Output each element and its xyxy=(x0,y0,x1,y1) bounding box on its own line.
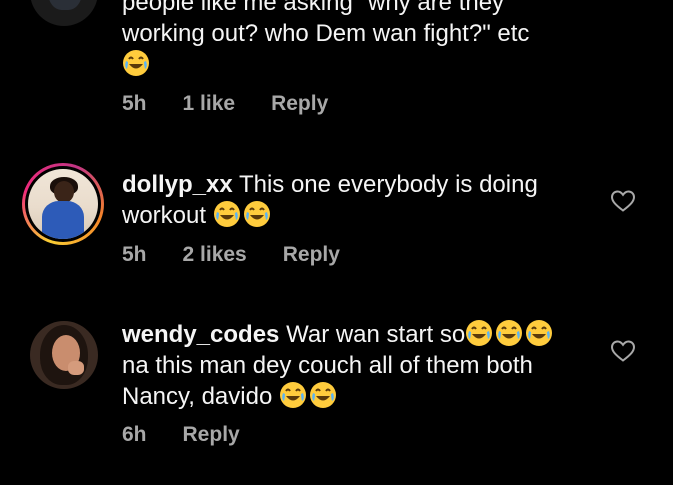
avatar-story-ring[interactable] xyxy=(22,163,104,245)
laughing-emoji-icon xyxy=(466,320,493,346)
comment-meta: 5h 2 likes Reply xyxy=(122,243,376,267)
likes-count[interactable]: 1 like xyxy=(183,92,236,116)
comment-time: 6h xyxy=(122,423,147,446)
avatar xyxy=(28,169,98,239)
comment-text-line: Nancy, davido xyxy=(122,383,273,410)
heart-icon[interactable] xyxy=(610,339,636,363)
reply-button[interactable]: Reply xyxy=(271,92,328,116)
laughing-emoji-icon xyxy=(123,50,149,76)
comment-body: War wan start so xyxy=(286,321,466,348)
comment-time: 5h xyxy=(122,243,147,266)
avatar[interactable] xyxy=(30,321,98,389)
comment-meta: 6h Reply xyxy=(122,423,276,447)
avatar-photo xyxy=(48,0,82,10)
laughing-emoji-icon xyxy=(309,382,336,408)
comment-text-line: na this man dey couch all of them both xyxy=(122,352,533,379)
laughing-emoji-icon xyxy=(496,320,523,346)
laughing-emoji-icon xyxy=(279,382,306,408)
comment-meta: 5h 1 like Reply xyxy=(122,92,364,116)
comment-text: dollyp_xx This one everybody is doing wo… xyxy=(122,169,582,231)
likes-count[interactable]: 2 likes xyxy=(183,243,247,267)
laughing-emoji-icon xyxy=(526,320,553,346)
comment-text-line: working out? who Dem wan fight?" etc xyxy=(122,20,530,47)
avatar[interactable] xyxy=(30,0,98,26)
comment-text-line: people like me asking "why are they xyxy=(122,0,505,16)
comments-list: people like me asking "why are they work… xyxy=(0,0,673,485)
comment-time: 5h xyxy=(122,92,147,115)
laughing-emoji-icon xyxy=(243,201,270,227)
reply-button[interactable]: Reply xyxy=(283,243,340,267)
comment-text: people like me asking "why are they work… xyxy=(122,0,582,80)
laughing-emoji-icon xyxy=(213,201,240,227)
username[interactable]: dollyp_xx xyxy=(122,171,233,198)
username[interactable]: wendy_codes xyxy=(122,321,279,348)
heart-icon[interactable] xyxy=(610,189,636,213)
reply-button[interactable]: Reply xyxy=(183,423,240,447)
comment-text: wendy_codes War wan start so na this man… xyxy=(122,319,582,412)
